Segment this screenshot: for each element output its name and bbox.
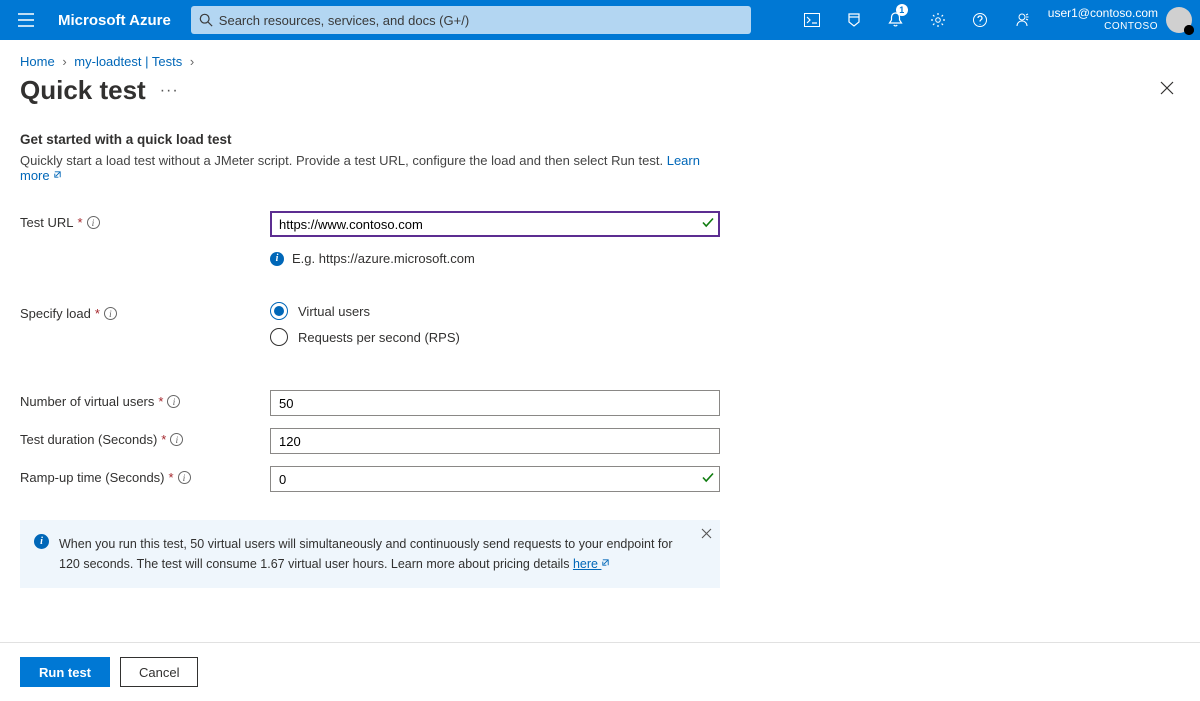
- row-specify-load: Specify load * i Virtual users Requests …: [20, 302, 720, 354]
- notifications-icon[interactable]: 1: [876, 0, 916, 40]
- header-icons: 1: [792, 0, 1042, 40]
- row-num-users: Number of virtual users * i: [20, 390, 720, 416]
- info-banner: i When you run this test, 50 virtual use…: [20, 520, 720, 588]
- account-menu[interactable]: user1@contoso.com CONTOSO: [1048, 7, 1158, 32]
- row-rampup: Ramp-up time (Seconds) * i: [20, 466, 720, 492]
- chevron-right-icon: ›: [190, 54, 194, 69]
- brand-label[interactable]: Microsoft Azure: [58, 12, 171, 29]
- close-blade-icon[interactable]: [1154, 75, 1180, 106]
- num-users-input[interactable]: [270, 390, 720, 416]
- user-tenant: CONTOSO: [1048, 21, 1158, 33]
- feedback-icon[interactable]: [1002, 0, 1042, 40]
- more-actions-icon[interactable]: ···: [160, 82, 179, 100]
- info-filled-icon: i: [34, 534, 49, 549]
- test-url-hint: i E.g. https://azure.microsoft.com: [270, 251, 720, 266]
- page-title: Quick test: [20, 75, 146, 106]
- radio-icon: [270, 302, 288, 320]
- info-filled-icon: i: [270, 252, 284, 266]
- footer-actions: Run test Cancel: [0, 642, 1200, 701]
- breadcrumb-resource[interactable]: my-loadtest | Tests: [74, 54, 186, 69]
- required-mark: *: [95, 306, 100, 321]
- cloud-shell-icon[interactable]: [792, 0, 832, 40]
- run-test-button[interactable]: Run test: [20, 657, 110, 687]
- help-icon[interactable]: [960, 0, 1000, 40]
- avatar[interactable]: [1166, 7, 1192, 33]
- label-rampup: Ramp-up time (Seconds): [20, 470, 165, 485]
- section-description: Quickly start a load test without a JMet…: [20, 153, 720, 183]
- label-test-url: Test URL: [20, 215, 73, 230]
- info-icon[interactable]: i: [167, 395, 180, 408]
- user-email: user1@contoso.com: [1048, 7, 1158, 21]
- rampup-input[interactable]: [270, 466, 720, 492]
- required-mark: *: [169, 470, 174, 485]
- info-icon[interactable]: i: [170, 433, 183, 446]
- cancel-button[interactable]: Cancel: [120, 657, 198, 687]
- banner-close-icon[interactable]: [701, 528, 712, 542]
- section-heading: Get started with a quick load test: [20, 132, 720, 147]
- global-search[interactable]: [191, 6, 751, 34]
- label-num-users: Number of virtual users: [20, 394, 154, 409]
- radio-rps[interactable]: Requests per second (RPS): [270, 328, 720, 346]
- page-header: Quick test ···: [0, 73, 1200, 122]
- directories-icon[interactable]: [834, 0, 874, 40]
- breadcrumb-home[interactable]: Home: [20, 54, 55, 69]
- search-icon: [199, 13, 213, 27]
- radio-icon: [270, 328, 288, 346]
- notification-badge: 1: [896, 4, 908, 16]
- valid-check-icon: [702, 217, 714, 232]
- form-body: Get started with a quick load test Quick…: [0, 122, 740, 588]
- info-icon[interactable]: i: [104, 307, 117, 320]
- info-icon[interactable]: i: [87, 216, 100, 229]
- required-mark: *: [77, 215, 82, 230]
- required-mark: *: [161, 432, 166, 447]
- breadcrumb: Home › my-loadtest | Tests ›: [0, 40, 1200, 73]
- test-url-input[interactable]: [270, 211, 720, 237]
- row-test-url: Test URL * i i E.g. https://azure.micros…: [20, 211, 720, 266]
- required-mark: *: [158, 394, 163, 409]
- global-header: Microsoft Azure 1 user1@contoso.com CONT…: [0, 0, 1200, 40]
- info-icon[interactable]: i: [178, 471, 191, 484]
- settings-icon[interactable]: [918, 0, 958, 40]
- valid-check-icon: [702, 472, 714, 487]
- row-duration: Test duration (Seconds) * i: [20, 428, 720, 454]
- duration-input[interactable]: [270, 428, 720, 454]
- chevron-right-icon: ›: [62, 54, 66, 69]
- search-input[interactable]: [219, 13, 743, 28]
- hamburger-menu-icon[interactable]: [12, 13, 40, 27]
- pricing-link[interactable]: here: [573, 557, 611, 571]
- label-duration: Test duration (Seconds): [20, 432, 157, 447]
- radio-virtual-users[interactable]: Virtual users: [270, 302, 720, 320]
- label-specify-load: Specify load: [20, 306, 91, 321]
